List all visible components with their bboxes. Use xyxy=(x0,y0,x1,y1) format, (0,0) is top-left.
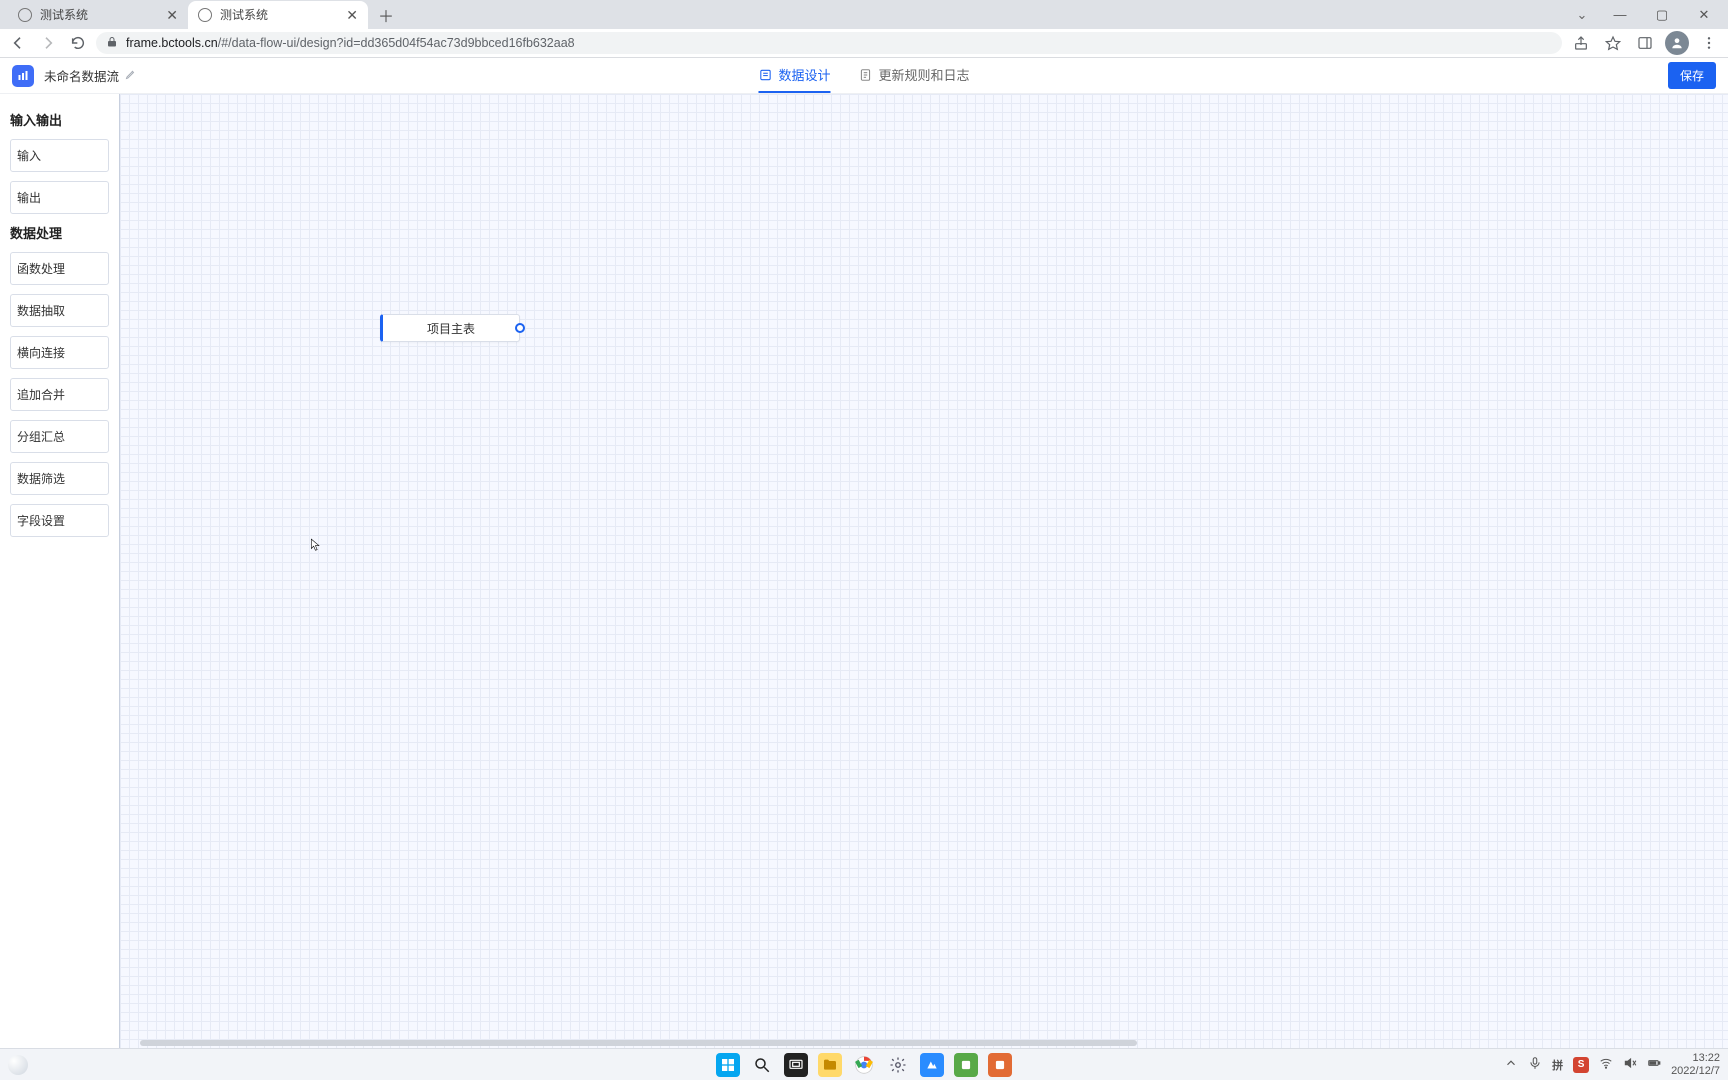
clock-time: 13:22 xyxy=(1671,1052,1720,1065)
node-project-main[interactable]: 项目主表 xyxy=(380,314,520,342)
url-host: frame.bctools.cn xyxy=(126,36,218,50)
node-label: 项目主表 xyxy=(427,320,475,337)
tab-rules-logs[interactable]: 更新规则和日志 xyxy=(859,58,970,93)
palette-item-filter[interactable]: 数据筛选 xyxy=(10,462,109,495)
edit-pencil-icon[interactable] xyxy=(125,68,137,83)
start-button[interactable] xyxy=(716,1053,740,1077)
tray-wifi-icon[interactable] xyxy=(1599,1056,1613,1073)
palette-item-hjoin[interactable]: 横向连接 xyxy=(10,336,109,369)
palette-item-extract[interactable]: 数据抽取 xyxy=(10,294,109,327)
tab-label: 数据设计 xyxy=(778,65,830,84)
app-logo-icon xyxy=(12,65,34,87)
browser-tab-1[interactable]: 测试系统 ✕ xyxy=(188,1,368,29)
doc-title: 未命名数据流 xyxy=(44,66,119,85)
canvas-scroll[interactable]: 项目主表 xyxy=(120,94,1728,1048)
favicon-icon xyxy=(18,8,32,22)
tab-title: 测试系统 xyxy=(220,6,338,23)
bookmark-star-icon[interactable] xyxy=(1600,30,1626,56)
chrome-profile-button[interactable] xyxy=(1664,30,1690,56)
taskbar-app-green[interactable] xyxy=(954,1053,978,1077)
scrollbar-thumb[interactable] xyxy=(140,1040,1137,1046)
palette-item-output[interactable]: 输出 xyxy=(10,181,109,214)
work-area: 输入输出 输入 输出 数据处理 函数处理 数据抽取 横向连接 追加合并 分组汇总… xyxy=(0,94,1728,1048)
taskbar-weather[interactable] xyxy=(8,1055,28,1075)
nav-back-button[interactable] xyxy=(6,31,30,55)
favicon-icon xyxy=(198,8,212,22)
tray-mic-icon[interactable] xyxy=(1528,1056,1542,1073)
system-tray: 拼 S 13:22 2022/12/7 xyxy=(1504,1052,1720,1077)
palette-item-fn[interactable]: 函数处理 xyxy=(10,252,109,285)
taskbar-settings[interactable] xyxy=(886,1053,910,1077)
tab-close-icon[interactable]: ✕ xyxy=(166,8,178,22)
side-panel-icon[interactable] xyxy=(1632,30,1658,56)
chrome-address-bar: frame.bctools.cn/#/data-flow-ui/design?i… xyxy=(0,29,1728,58)
chrome-menu-icon[interactable] xyxy=(1696,30,1722,56)
url-path: /#/data-flow-ui/design?id=dd365d04f54ac7… xyxy=(218,36,575,50)
sidebar-section-title-io: 输入输出 xyxy=(10,110,109,129)
header-tabs: 数据设计 更新规则和日志 xyxy=(758,58,969,93)
taskbar-center xyxy=(716,1053,1012,1077)
tabs-dropdown-button[interactable]: ⌄ xyxy=(1568,3,1596,27)
tab-close-icon[interactable]: ✕ xyxy=(346,8,358,22)
clock-date: 2022/12/7 xyxy=(1671,1065,1720,1078)
window-maximize-button[interactable]: ▢ xyxy=(1644,3,1680,27)
share-icon[interactable] xyxy=(1568,30,1594,56)
browser-tab-0[interactable]: 测试系统 ✕ xyxy=(8,1,188,29)
palette-item-fields[interactable]: 字段设置 xyxy=(10,504,109,537)
taskbar-taskview-button[interactable] xyxy=(784,1053,808,1077)
new-tab-button[interactable]: ＋ xyxy=(374,3,398,27)
horizontal-scrollbar[interactable] xyxy=(120,1038,1728,1048)
palette-sidebar: 输入输出 输入 输出 数据处理 函数处理 数据抽取 横向连接 追加合并 分组汇总… xyxy=(0,94,120,1048)
taskbar-file-explorer[interactable] xyxy=(818,1053,842,1077)
taskbar-search-button[interactable] xyxy=(750,1053,774,1077)
window-minimize-button[interactable]: — xyxy=(1602,3,1638,27)
url-field[interactable]: frame.bctools.cn/#/data-flow-ui/design?i… xyxy=(96,32,1562,54)
save-button[interactable]: 保存 xyxy=(1668,62,1716,89)
tray-battery-icon[interactable] xyxy=(1647,1056,1661,1073)
palette-item-append[interactable]: 追加合并 xyxy=(10,378,109,411)
tray-volume-icon[interactable] xyxy=(1623,1056,1637,1073)
windows-taskbar: 拼 S 13:22 2022/12/7 xyxy=(0,1048,1728,1080)
tray-input-icon[interactable]: S xyxy=(1573,1057,1589,1073)
nav-forward-button[interactable] xyxy=(36,31,60,55)
node-output-port[interactable] xyxy=(515,323,525,333)
tray-ime-icon[interactable]: 拼 xyxy=(1552,1057,1563,1073)
tab-title: 测试系统 xyxy=(40,6,158,23)
palette-item-input[interactable]: 输入 xyxy=(10,139,109,172)
lock-icon xyxy=(106,36,118,51)
tray-chevron-up-icon[interactable] xyxy=(1504,1056,1518,1073)
sidebar-section-title-processing: 数据处理 xyxy=(10,223,109,242)
tab-data-design[interactable]: 数据设计 xyxy=(758,58,830,93)
mouse-cursor-icon xyxy=(309,536,323,557)
weather-icon xyxy=(8,1055,28,1075)
palette-item-groupby[interactable]: 分组汇总 xyxy=(10,420,109,453)
taskbar-clock[interactable]: 13:22 2022/12/7 xyxy=(1671,1052,1720,1077)
tab-label: 更新规则和日志 xyxy=(879,65,970,84)
taskbar-app-orange[interactable] xyxy=(988,1053,1012,1077)
nav-reload-button[interactable] xyxy=(66,31,90,55)
window-close-button[interactable]: ✕ xyxy=(1686,3,1722,27)
app-header: 未命名数据流 数据设计 更新规则和日志 保存 xyxy=(0,58,1728,94)
canvas[interactable]: 项目主表 xyxy=(120,94,1728,1048)
chrome-tab-strip: 测试系统 ✕ 测试系统 ✕ ＋ ⌄ — ▢ ✕ xyxy=(0,0,1728,29)
taskbar-chrome[interactable] xyxy=(852,1053,876,1077)
taskbar-app-blue[interactable] xyxy=(920,1053,944,1077)
